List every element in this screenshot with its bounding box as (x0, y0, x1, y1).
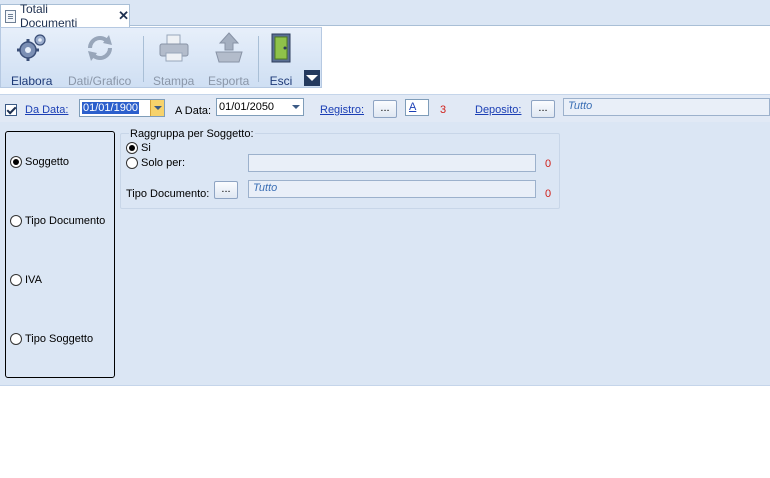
radio-label: Soggetto (25, 156, 70, 168)
esci-label: Esci (269, 74, 293, 88)
toolbar-overflow-chevron-icon[interactable] (304, 70, 320, 86)
tipo-documento-field[interactable]: Tutto (248, 180, 536, 198)
close-icon[interactable]: ✕ (118, 8, 129, 24)
dati-grafico-label: Dati/Grafico (68, 74, 132, 88)
tab-totali-documenti[interactable]: Totali Documenti ✕ (0, 2, 130, 30)
tab-strip: Totali Documenti ✕ (0, 0, 770, 30)
elabora-label: Elabora (11, 74, 53, 88)
esci-button[interactable]: Esci (263, 30, 299, 88)
a-data-value: 01/01/2050 (219, 101, 275, 113)
tipo-documento-count: 0 (545, 188, 552, 200)
radio-button[interactable] (126, 157, 138, 169)
da-data-field[interactable]: 01/01/1900 (79, 99, 165, 117)
radio-label: Solo per: (141, 157, 186, 169)
solo-per-count: 0 (545, 158, 552, 170)
chevron-down-icon[interactable] (289, 99, 303, 115)
printer-icon (156, 30, 192, 66)
stampa-button[interactable]: Stampa (153, 30, 195, 88)
radio-label: Tipo Soggetto (25, 333, 94, 345)
deposito-field[interactable]: Tutto (563, 98, 770, 116)
radio-solo-per[interactable]: Solo per: (126, 157, 185, 169)
deposito-label[interactable]: Deposito: (475, 104, 521, 116)
exit-door-icon (263, 30, 299, 66)
deposito-browse-button[interactable]: ... (531, 100, 555, 118)
radio-button[interactable] (10, 215, 22, 227)
radio-si[interactable]: Si (126, 142, 151, 154)
dati-grafico-button[interactable]: Dati/Grafico (68, 30, 132, 88)
document-icon (5, 9, 16, 23)
toolbar-separator (143, 36, 144, 82)
export-icon (211, 30, 247, 66)
radio-button[interactable] (10, 274, 22, 286)
a-data-field[interactable]: 01/01/2050 (216, 98, 304, 116)
radio-button[interactable] (10, 333, 22, 345)
radio-button[interactable] (126, 142, 138, 154)
tipo-documento-label: Tipo Documento: (126, 188, 210, 200)
esporta-label: Esporta (208, 74, 250, 88)
ribbon-toolbar: Elabora Dati/Grafico Stampa Esporta Esci (0, 27, 322, 88)
tab-title: Totali Documenti (19, 2, 78, 30)
toolbar-separator (258, 36, 259, 82)
radio-label: Tipo Documento (25, 215, 106, 227)
registro-count: 3 (440, 104, 447, 116)
gears-icon (14, 30, 50, 66)
elabora-button[interactable]: Elabora (11, 30, 53, 88)
registro-field[interactable]: A (405, 99, 429, 116)
radio-button[interactable] (10, 156, 22, 168)
tipo-documento-browse-button[interactable]: ... (214, 181, 238, 199)
chevron-down-icon[interactable] (150, 100, 164, 116)
refresh-icon (82, 30, 118, 66)
raggruppa-title: Raggruppa per Soggetto: (129, 128, 255, 140)
esporta-button[interactable]: Esporta (208, 30, 250, 88)
stampa-label: Stampa (153, 74, 195, 88)
solo-per-field[interactable] (248, 154, 536, 172)
radio-iva[interactable]: IVA (10, 274, 42, 286)
da-data-value: 01/01/1900 (82, 102, 140, 114)
radio-tipo-documento[interactable]: Tipo Documento (10, 215, 105, 227)
a-data-label: A Data: (175, 105, 212, 117)
registro-label[interactable]: Registro: (320, 104, 364, 116)
radio-soggetto[interactable]: Soggetto (10, 156, 69, 168)
radio-tipo-soggetto[interactable]: Tipo Soggetto (10, 333, 93, 345)
radio-label: Si (141, 142, 151, 154)
registro-browse-button[interactable]: ... (373, 100, 397, 118)
da-data-label[interactable]: Da Data: (25, 104, 68, 116)
da-data-checkbox[interactable] (5, 104, 17, 116)
radio-label: IVA (25, 274, 42, 286)
